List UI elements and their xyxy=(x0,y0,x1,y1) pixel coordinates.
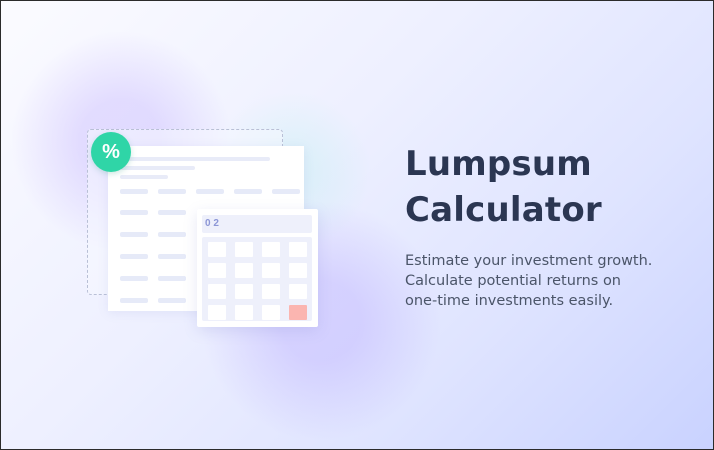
calculator-key xyxy=(208,263,226,278)
lumpsum-calculator-card: % 0 2 Lumpsum Calculator Estimate your i… xyxy=(0,0,714,450)
sheet-cell xyxy=(158,254,186,259)
calculator-key xyxy=(235,284,253,299)
percent-symbol: % xyxy=(102,140,120,163)
sheet-heading-line xyxy=(120,166,195,170)
page-title: Lumpsum Calculator xyxy=(405,141,695,233)
title-line: Calculator xyxy=(405,190,602,230)
description-line: one-time investments easily. xyxy=(405,293,614,309)
percent-icon: % xyxy=(91,132,131,172)
calculator-keypad xyxy=(202,237,312,321)
sheet-cell xyxy=(120,210,148,215)
description-line: Estimate your investment growth. xyxy=(405,253,653,269)
sheet-cell xyxy=(158,232,186,237)
calculator-key xyxy=(262,305,280,320)
calculator-equals-key xyxy=(289,305,307,320)
sheet-cell xyxy=(158,298,186,303)
sheet-cell xyxy=(120,189,148,194)
calculator-key xyxy=(262,242,280,257)
calculator-key xyxy=(235,263,253,278)
sheet-cell xyxy=(196,189,224,194)
description-line: Calculate potential returns on xyxy=(405,273,621,289)
sheet-cell xyxy=(158,210,186,215)
calculator-display: 0 2 xyxy=(202,215,312,233)
calculator-key xyxy=(289,263,307,278)
sheet-cell xyxy=(158,189,186,194)
sheet-cell xyxy=(272,189,300,194)
calculator-key xyxy=(235,305,253,320)
calculator-key xyxy=(262,263,280,278)
calculator-key xyxy=(289,242,307,257)
calculator-key xyxy=(208,305,226,320)
sheet-heading-line xyxy=(120,157,270,161)
page-description: Estimate your investment growth. Calcula… xyxy=(405,251,695,311)
calculator-key xyxy=(262,284,280,299)
title-line: Lumpsum xyxy=(405,144,592,184)
sheet-cell xyxy=(120,298,148,303)
calculator-key xyxy=(208,284,226,299)
calculator-icon: 0 2 xyxy=(197,209,318,327)
calculator-key xyxy=(208,242,226,257)
sheet-cell xyxy=(120,254,148,259)
calculator-key xyxy=(289,284,307,299)
calculator-key xyxy=(235,242,253,257)
sheet-cell xyxy=(234,189,262,194)
calculator-illustration: % 0 2 xyxy=(1,1,361,449)
sheet-cell xyxy=(120,232,148,237)
sheet-heading-line xyxy=(120,175,168,179)
sheet-cell xyxy=(158,276,186,281)
sheet-cell xyxy=(120,276,148,281)
